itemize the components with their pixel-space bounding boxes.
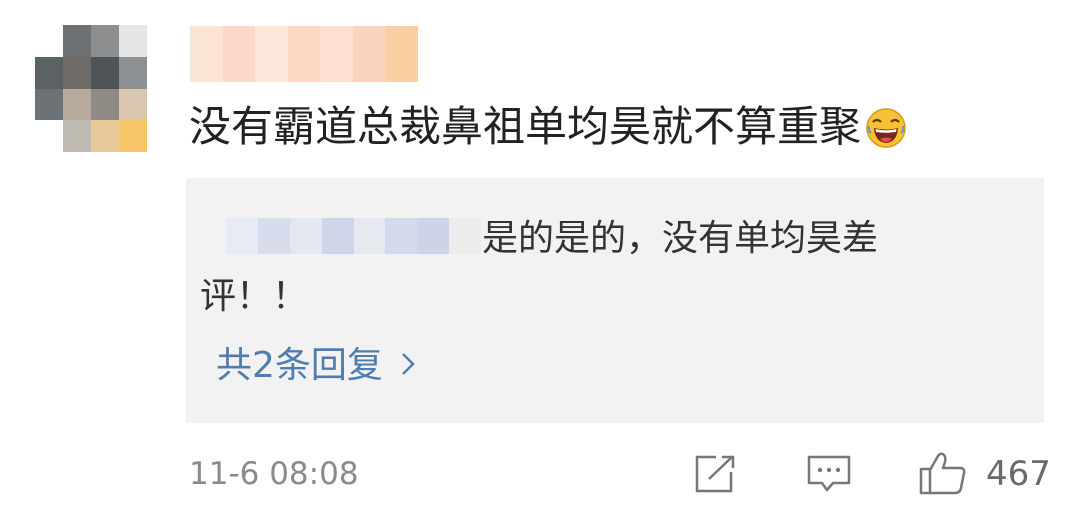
thumbs-up-icon[interactable] bbox=[918, 450, 968, 500]
comment-body: 没有霸道总裁鼻祖单均昊就不算重聚 bbox=[189, 102, 862, 151]
comment-icon[interactable] bbox=[806, 454, 852, 498]
laughing-emoji-icon bbox=[865, 106, 907, 148]
comment-timestamp: 11-6 08:08 bbox=[189, 456, 359, 492]
chevron-right-icon bbox=[401, 342, 415, 390]
view-replies-link[interactable]: 共2条回复 bbox=[216, 342, 415, 390]
avatar[interactable] bbox=[35, 25, 147, 152]
reply-count-label: 共2条回复 bbox=[216, 345, 383, 386]
reply-preview[interactable]: 是的是的，没有单均昊差评！！ 共2条回复 bbox=[186, 178, 1044, 423]
reply-text: 是的是的，没有单均昊差评！！ bbox=[200, 218, 879, 317]
like-count: 467 bbox=[986, 454, 1051, 494]
username[interactable] bbox=[190, 26, 418, 82]
comment-text: 没有霸道总裁鼻祖单均昊就不算重聚 bbox=[189, 98, 907, 156]
share-icon[interactable] bbox=[694, 454, 736, 498]
